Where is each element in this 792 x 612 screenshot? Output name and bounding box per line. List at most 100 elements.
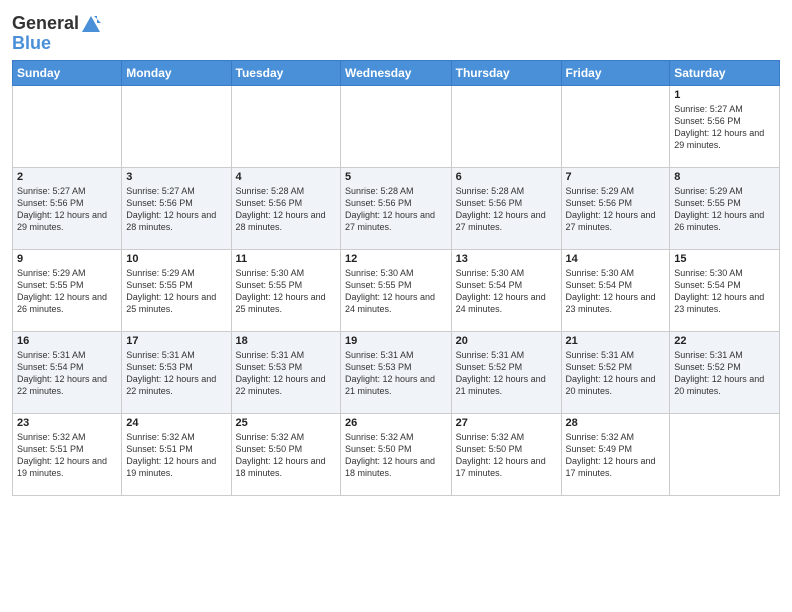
calendar-cell: 15 Sunrise: 5:30 AM Sunset: 5:54 PM Dayli… <box>670 249 780 331</box>
calendar-cell: 10 Sunrise: 5:29 AM Sunset: 5:55 PM Dayli… <box>122 249 231 331</box>
weekday-header-thursday: Thursday <box>451 60 561 85</box>
day-number: 1 <box>674 89 775 101</box>
day-info: Sunrise: 5:29 AM Sunset: 5:55 PM Dayligh… <box>17 268 107 314</box>
day-number: 7 <box>566 171 666 183</box>
day-info: Sunrise: 5:29 AM Sunset: 5:55 PM Dayligh… <box>126 268 216 314</box>
day-info: Sunrise: 5:27 AM Sunset: 5:56 PM Dayligh… <box>674 104 764 150</box>
day-info: Sunrise: 5:32 AM Sunset: 5:51 PM Dayligh… <box>17 432 107 478</box>
day-info: Sunrise: 5:30 AM Sunset: 5:54 PM Dayligh… <box>674 268 764 314</box>
calendar-cell <box>122 85 231 167</box>
day-number: 22 <box>674 335 775 347</box>
day-number: 15 <box>674 253 775 265</box>
day-number: 17 <box>126 335 226 347</box>
calendar-cell: 14 Sunrise: 5:30 AM Sunset: 5:54 PM Dayli… <box>561 249 670 331</box>
day-info: Sunrise: 5:30 AM Sunset: 5:55 PM Dayligh… <box>236 268 326 314</box>
day-number: 20 <box>456 335 557 347</box>
day-number: 23 <box>17 417 117 429</box>
day-info: Sunrise: 5:31 AM Sunset: 5:53 PM Dayligh… <box>345 350 435 396</box>
calendar-cell: 1 Sunrise: 5:27 AM Sunset: 5:56 PM Daylig… <box>670 85 780 167</box>
logo: General Blue <box>12 14 101 54</box>
calendar-week-row: 9 Sunrise: 5:29 AM Sunset: 5:55 PM Daylig… <box>13 249 780 331</box>
calendar-cell: 21 Sunrise: 5:31 AM Sunset: 5:52 PM Dayli… <box>561 331 670 413</box>
calendar-week-row: 16 Sunrise: 5:31 AM Sunset: 5:54 PM Dayli… <box>13 331 780 413</box>
calendar-cell: 5 Sunrise: 5:28 AM Sunset: 5:56 PM Daylig… <box>341 167 452 249</box>
calendar-cell: 22 Sunrise: 5:31 AM Sunset: 5:52 PM Dayli… <box>670 331 780 413</box>
day-info: Sunrise: 5:31 AM Sunset: 5:52 PM Dayligh… <box>674 350 764 396</box>
calendar-cell: 7Sunrise: 5:29 AM Sunset: 5:56 PM Daylig… <box>561 167 670 249</box>
day-number: 6 <box>456 171 557 183</box>
calendar-cell: 11 Sunrise: 5:30 AM Sunset: 5:55 PM Dayli… <box>231 249 340 331</box>
day-info: Sunrise: 5:30 AM Sunset: 5:54 PM Dayligh… <box>566 268 656 314</box>
calendar-cell: 2Sunrise: 5:27 AM Sunset: 5:56 PM Daylig… <box>13 167 122 249</box>
calendar-cell: 18Sunrise: 5:31 AM Sunset: 5:53 PM Dayli… <box>231 331 340 413</box>
calendar-cell: 9 Sunrise: 5:29 AM Sunset: 5:55 PM Daylig… <box>13 249 122 331</box>
calendar-week-row: 2 Sunrise: 5:27 AM Sunset: 5:56 PM Daylig… <box>13 167 780 249</box>
page: General Blue SundayMondayTuesdayWednesda… <box>0 0 792 612</box>
weekday-header-wednesday: Wednesday <box>341 60 452 85</box>
weekday-header-friday: Friday <box>561 60 670 85</box>
calendar-cell: 28Sunrise: 5:32 AM Sunset: 5:49 PM Dayli… <box>561 413 670 495</box>
day-info: Sunrise: 5:31 AM Sunset: 5:53 PM Dayligh… <box>126 350 216 396</box>
calendar-cell <box>451 85 561 167</box>
calendar-cell: 12 Sunrise: 5:30 AM Sunset: 5:55 PM Dayli… <box>341 249 452 331</box>
calendar-cell: 4Sunrise: 5:28 AM Sunset: 5:56 PM Daylig… <box>231 167 340 249</box>
calendar-table: SundayMondayTuesdayWednesdayThursdayFrid… <box>12 60 780 496</box>
day-number: 14 <box>566 253 666 265</box>
day-number: 8 <box>674 171 775 183</box>
day-number: 3 <box>126 171 226 183</box>
day-number: 13 <box>456 253 557 265</box>
logo-blue-text: Blue <box>12 34 101 54</box>
day-number: 2 <box>17 171 117 183</box>
weekday-header-saturday: Saturday <box>670 60 780 85</box>
header: General Blue <box>12 10 780 54</box>
day-info: Sunrise: 5:29 AM Sunset: 5:55 PM Dayligh… <box>674 186 764 232</box>
calendar-week-row: 23 Sunrise: 5:32 AM Sunset: 5:51 PM Dayli… <box>13 413 780 495</box>
logo-general-text: General <box>12 14 79 34</box>
calendar-header-row: SundayMondayTuesdayWednesdayThursdayFrid… <box>13 60 780 85</box>
day-info: Sunrise: 5:31 AM Sunset: 5:54 PM Dayligh… <box>17 350 107 396</box>
day-number: 10 <box>126 253 226 265</box>
calendar-cell: 26 Sunrise: 5:32 AM Sunset: 5:50 PM Dayli… <box>341 413 452 495</box>
calendar-cell <box>341 85 452 167</box>
calendar-cell: 17 Sunrise: 5:31 AM Sunset: 5:53 PM Dayli… <box>122 331 231 413</box>
day-number: 25 <box>236 417 336 429</box>
day-number: 9 <box>17 253 117 265</box>
calendar-cell: 8 Sunrise: 5:29 AM Sunset: 5:55 PM Daylig… <box>670 167 780 249</box>
calendar-cell: 25Sunrise: 5:32 AM Sunset: 5:50 PM Dayli… <box>231 413 340 495</box>
calendar-cell: 20Sunrise: 5:31 AM Sunset: 5:52 PM Dayli… <box>451 331 561 413</box>
day-info: Sunrise: 5:31 AM Sunset: 5:52 PM Dayligh… <box>566 350 656 396</box>
day-number: 24 <box>126 417 226 429</box>
day-number: 5 <box>345 171 447 183</box>
day-info: Sunrise: 5:30 AM Sunset: 5:54 PM Dayligh… <box>456 268 546 314</box>
calendar-cell: 23 Sunrise: 5:32 AM Sunset: 5:51 PM Dayli… <box>13 413 122 495</box>
calendar-cell <box>670 413 780 495</box>
calendar-cell: 3 Sunrise: 5:27 AM Sunset: 5:56 PM Daylig… <box>122 167 231 249</box>
day-info: Sunrise: 5:32 AM Sunset: 5:51 PM Dayligh… <box>126 432 216 478</box>
day-info: Sunrise: 5:28 AM Sunset: 5:56 PM Dayligh… <box>345 186 435 232</box>
day-number: 19 <box>345 335 447 347</box>
calendar-cell: 6Sunrise: 5:28 AM Sunset: 5:56 PM Daylig… <box>451 167 561 249</box>
calendar-cell: 27 Sunrise: 5:32 AM Sunset: 5:50 PM Dayli… <box>451 413 561 495</box>
day-info: Sunrise: 5:32 AM Sunset: 5:50 PM Dayligh… <box>456 432 546 478</box>
day-number: 12 <box>345 253 447 265</box>
calendar-cell <box>231 85 340 167</box>
day-info: Sunrise: 5:27 AM Sunset: 5:56 PM Dayligh… <box>126 186 216 232</box>
day-info: Sunrise: 5:31 AM Sunset: 5:53 PM Dayligh… <box>236 350 326 396</box>
day-number: 11 <box>236 253 336 265</box>
calendar-week-row: 1 Sunrise: 5:27 AM Sunset: 5:56 PM Daylig… <box>13 85 780 167</box>
calendar-cell: 13 Sunrise: 5:30 AM Sunset: 5:54 PM Dayli… <box>451 249 561 331</box>
calendar-cell <box>561 85 670 167</box>
day-info: Sunrise: 5:32 AM Sunset: 5:50 PM Dayligh… <box>345 432 435 478</box>
calendar-cell: 19 Sunrise: 5:31 AM Sunset: 5:53 PM Dayli… <box>341 331 452 413</box>
day-info: Sunrise: 5:30 AM Sunset: 5:55 PM Dayligh… <box>345 268 435 314</box>
day-number: 27 <box>456 417 557 429</box>
day-info: Sunrise: 5:32 AM Sunset: 5:49 PM Dayligh… <box>566 432 656 478</box>
logo-icon <box>81 15 101 33</box>
calendar-cell: 16 Sunrise: 5:31 AM Sunset: 5:54 PM Dayli… <box>13 331 122 413</box>
day-number: 21 <box>566 335 666 347</box>
calendar-cell <box>13 85 122 167</box>
day-number: 26 <box>345 417 447 429</box>
weekday-header-sunday: Sunday <box>13 60 122 85</box>
day-number: 16 <box>17 335 117 347</box>
calendar-cell: 24 Sunrise: 5:32 AM Sunset: 5:51 PM Dayli… <box>122 413 231 495</box>
